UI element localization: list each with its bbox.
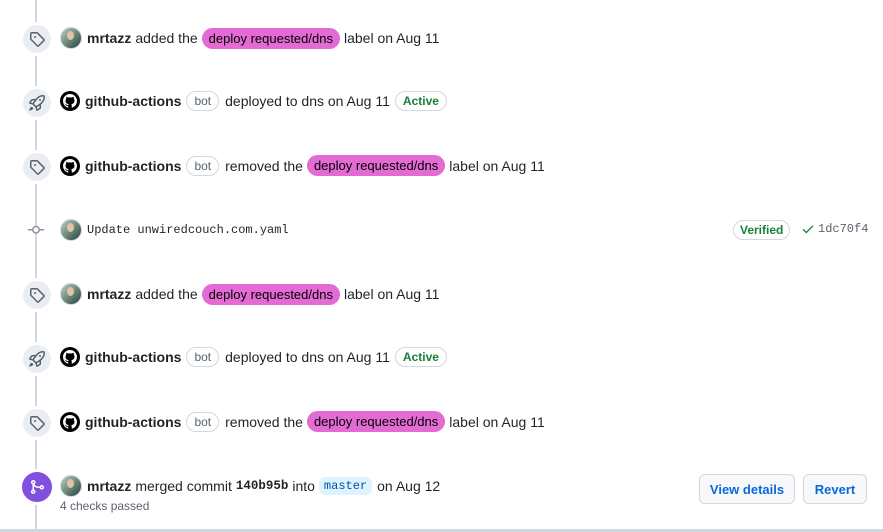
avatar[interactable]	[60, 219, 82, 241]
author-link[interactable]: mrtazz	[87, 478, 131, 494]
event-suffix: label on Aug 11	[343, 286, 440, 302]
author-link[interactable]: github-actions	[85, 158, 181, 174]
merge-icon	[21, 471, 53, 503]
event-verb: added the	[135, 30, 198, 46]
github-logo-icon[interactable]	[60, 347, 80, 367]
rocket-icon	[22, 88, 52, 118]
check-icon	[802, 225, 814, 234]
revert-button[interactable]: Revert	[803, 474, 867, 504]
tag-icon	[22, 24, 52, 54]
author-link[interactable]: github-actions	[85, 93, 181, 109]
label-badge[interactable]: deploy requested/dns	[306, 155, 446, 176]
github-logo-icon[interactable]	[60, 91, 80, 111]
event-verb: removed the	[225, 413, 303, 430]
event-suffix: label on Aug 11	[449, 157, 545, 174]
bot-badge: bot	[186, 155, 220, 176]
deployment-status-badge[interactable]: Active	[394, 91, 447, 111]
merge-into: into	[292, 478, 315, 494]
merge-date: on Aug 12	[377, 478, 441, 494]
event-verb: added the	[135, 286, 198, 302]
avatar[interactable]	[60, 475, 82, 497]
event-suffix: label on Aug 11	[343, 30, 440, 46]
branch-name[interactable]: master	[318, 477, 373, 495]
event-text: deployed to dns on Aug 11	[225, 349, 390, 365]
tag-icon	[22, 152, 52, 182]
label-badge[interactable]: deploy requested/dns	[201, 283, 340, 305]
event-verb: removed the	[225, 157, 303, 174]
tag-icon	[22, 280, 52, 310]
author-link[interactable]: mrtazz	[87, 286, 131, 302]
github-logo-icon[interactable]	[60, 155, 80, 176]
author-link[interactable]: github-actions	[85, 349, 181, 365]
bot-badge: bot	[186, 347, 220, 367]
bot-badge: bot	[186, 411, 220, 432]
commit-sha: 1dc70f4	[801, 222, 868, 236]
avatar[interactable]	[60, 283, 82, 305]
deployment-status-badge[interactable]: Active	[394, 347, 447, 367]
checks-status[interactable]: 4 checks passed	[60, 499, 149, 513]
verified-badge[interactable]: Verified	[733, 220, 791, 240]
author-link[interactable]: github-actions	[85, 414, 181, 430]
author-link[interactable]: mrtazz	[87, 30, 131, 46]
event-text: deployed to dns on Aug 11	[225, 93, 390, 109]
commit-message-link[interactable]: Update unwiredcouch.com.yaml	[87, 223, 289, 237]
merge-commit-link[interactable]: 140b95b	[236, 479, 289, 493]
github-logo-icon[interactable]	[60, 411, 80, 432]
merge-verb: merged commit	[135, 478, 232, 494]
rocket-icon	[22, 344, 52, 374]
event-suffix: label on Aug 11	[449, 413, 545, 430]
bot-badge: bot	[186, 91, 220, 111]
label-badge[interactable]: deploy requested/dns	[201, 27, 340, 49]
timeline-rail	[35, 0, 37, 532]
commit-icon	[28, 225, 44, 234]
label-badge[interactable]: deploy requested/dns	[306, 411, 446, 432]
commit-sha-link[interactable]: 1dc70f4	[818, 222, 868, 236]
view-details-button[interactable]: View details	[699, 474, 795, 504]
tag-icon	[22, 408, 52, 438]
avatar[interactable]	[60, 27, 82, 49]
